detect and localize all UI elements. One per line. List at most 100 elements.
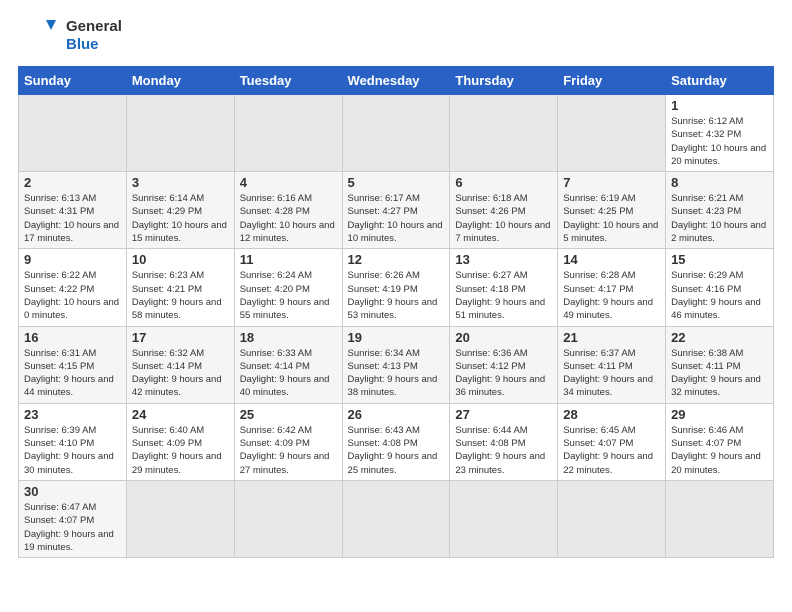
day-of-week-tuesday: Tuesday: [234, 67, 342, 95]
day-info: Sunrise: 6:40 AM Sunset: 4:09 PM Dayligh…: [132, 424, 229, 477]
day-number: 5: [348, 175, 445, 190]
day-info: Sunrise: 6:47 AM Sunset: 4:07 PM Dayligh…: [24, 501, 121, 554]
day-number: 15: [671, 252, 768, 267]
calendar-cell: [19, 95, 127, 172]
day-info: Sunrise: 6:46 AM Sunset: 4:07 PM Dayligh…: [671, 424, 768, 477]
day-info: Sunrise: 6:21 AM Sunset: 4:23 PM Dayligh…: [671, 192, 768, 245]
calendar-cell: 2 Sunrise: 6:13 AM Sunset: 4:31 PM Daylig…: [19, 172, 127, 249]
calendar-cell: [126, 95, 234, 172]
day-info: Sunrise: 6:31 AM Sunset: 4:15 PM Dayligh…: [24, 347, 121, 400]
day-number: 14: [563, 252, 660, 267]
day-number: 24: [132, 407, 229, 422]
day-number: 20: [455, 330, 552, 345]
day-info: Sunrise: 6:34 AM Sunset: 4:13 PM Dayligh…: [348, 347, 445, 400]
calendar-cell: 28Sunrise: 6:45 AM Sunset: 4:07 PM Dayli…: [558, 403, 666, 480]
day-number: 8: [671, 175, 768, 190]
calendar-header-row: SundayMondayTuesdayWednesdayThursdayFrid…: [19, 67, 774, 95]
day-info: Sunrise: 6:43 AM Sunset: 4:08 PM Dayligh…: [348, 424, 445, 477]
day-info: Sunrise: 6:24 AM Sunset: 4:20 PM Dayligh…: [240, 269, 337, 322]
day-of-week-saturday: Saturday: [666, 67, 774, 95]
calendar-cell: 21Sunrise: 6:37 AM Sunset: 4:11 PM Dayli…: [558, 326, 666, 403]
day-number: 23: [24, 407, 121, 422]
day-number: 22: [671, 330, 768, 345]
calendar-cell: 25 Sunrise: 6:42 AM Sunset: 4:09 PM Dayli…: [234, 403, 342, 480]
day-info: Sunrise: 6:17 AM Sunset: 4:27 PM Dayligh…: [348, 192, 445, 245]
day-number: 12: [348, 252, 445, 267]
day-number: 13: [455, 252, 552, 267]
calendar-week-row: 1Sunrise: 6:12 AM Sunset: 4:32 PM Daylig…: [19, 95, 774, 172]
calendar-cell: [234, 95, 342, 172]
day-info: Sunrise: 6:29 AM Sunset: 4:16 PM Dayligh…: [671, 269, 768, 322]
calendar-cell: [234, 480, 342, 557]
day-number: 3: [132, 175, 229, 190]
day-of-week-friday: Friday: [558, 67, 666, 95]
day-of-week-thursday: Thursday: [450, 67, 558, 95]
calendar-cell: 13 Sunrise: 6:27 AM Sunset: 4:18 PM Dayli…: [450, 249, 558, 326]
calendar-table: SundayMondayTuesdayWednesdayThursdayFrid…: [18, 66, 774, 558]
day-number: 7: [563, 175, 660, 190]
calendar-cell: [558, 95, 666, 172]
day-number: 4: [240, 175, 337, 190]
day-info: Sunrise: 6:14 AM Sunset: 4:29 PM Dayligh…: [132, 192, 229, 245]
day-number: 25: [240, 407, 337, 422]
day-info: Sunrise: 6:26 AM Sunset: 4:19 PM Dayligh…: [348, 269, 445, 322]
day-number: 16: [24, 330, 121, 345]
calendar-cell: 16 Sunrise: 6:31 AM Sunset: 4:15 PM Dayli…: [19, 326, 127, 403]
calendar-cell: [342, 95, 450, 172]
day-number: 6: [455, 175, 552, 190]
day-info: Sunrise: 6:19 AM Sunset: 4:25 PM Dayligh…: [563, 192, 660, 245]
day-number: 2: [24, 175, 121, 190]
calendar-cell: 26 Sunrise: 6:43 AM Sunset: 4:08 PM Dayli…: [342, 403, 450, 480]
calendar-cell: 14Sunrise: 6:28 AM Sunset: 4:17 PM Dayli…: [558, 249, 666, 326]
day-info: Sunrise: 6:16 AM Sunset: 4:28 PM Dayligh…: [240, 192, 337, 245]
logo: General Blue: [18, 16, 122, 56]
day-info: Sunrise: 6:37 AM Sunset: 4:11 PM Dayligh…: [563, 347, 660, 400]
calendar-cell: 7 Sunrise: 6:19 AM Sunset: 4:25 PM Daylig…: [558, 172, 666, 249]
calendar-cell: 1Sunrise: 6:12 AM Sunset: 4:32 PM Daylig…: [666, 95, 774, 172]
calendar-cell: 18Sunrise: 6:33 AM Sunset: 4:14 PM Dayli…: [234, 326, 342, 403]
day-number: 18: [240, 330, 337, 345]
calendar-cell: 29 Sunrise: 6:46 AM Sunset: 4:07 PM Dayli…: [666, 403, 774, 480]
day-info: Sunrise: 6:27 AM Sunset: 4:18 PM Dayligh…: [455, 269, 552, 322]
day-info: Sunrise: 6:32 AM Sunset: 4:14 PM Dayligh…: [132, 347, 229, 400]
calendar-cell: 20 Sunrise: 6:36 AM Sunset: 4:12 PM Dayli…: [450, 326, 558, 403]
day-number: 29: [671, 407, 768, 422]
day-info: Sunrise: 6:13 AM Sunset: 4:31 PM Dayligh…: [24, 192, 121, 245]
calendar-cell: [450, 480, 558, 557]
calendar-cell: 23Sunrise: 6:39 AM Sunset: 4:10 PM Dayli…: [19, 403, 127, 480]
calendar-cell: 22Sunrise: 6:38 AM Sunset: 4:11 PM Dayli…: [666, 326, 774, 403]
calendar-cell: 11 Sunrise: 6:24 AM Sunset: 4:20 PM Dayli…: [234, 249, 342, 326]
day-of-week-wednesday: Wednesday: [342, 67, 450, 95]
calendar-cell: 27 Sunrise: 6:44 AM Sunset: 4:08 PM Dayli…: [450, 403, 558, 480]
calendar-cell: 30Sunrise: 6:47 AM Sunset: 4:07 PM Dayli…: [19, 480, 127, 557]
calendar-cell: 3 Sunrise: 6:14 AM Sunset: 4:29 PM Daylig…: [126, 172, 234, 249]
calendar-cell: 15 Sunrise: 6:29 AM Sunset: 4:16 PM Dayli…: [666, 249, 774, 326]
day-number: 9: [24, 252, 121, 267]
calendar-cell: 10 Sunrise: 6:23 AM Sunset: 4:21 PM Dayli…: [126, 249, 234, 326]
calendar-cell: [666, 480, 774, 557]
day-info: Sunrise: 6:44 AM Sunset: 4:08 PM Dayligh…: [455, 424, 552, 477]
calendar-cell: 19 Sunrise: 6:34 AM Sunset: 4:13 PM Dayli…: [342, 326, 450, 403]
day-info: Sunrise: 6:45 AM Sunset: 4:07 PM Dayligh…: [563, 424, 660, 477]
calendar-week-row: 9 Sunrise: 6:22 AM Sunset: 4:22 PM Daylig…: [19, 249, 774, 326]
day-info: Sunrise: 6:23 AM Sunset: 4:21 PM Dayligh…: [132, 269, 229, 322]
day-number: 19: [348, 330, 445, 345]
calendar-week-row: 30Sunrise: 6:47 AM Sunset: 4:07 PM Dayli…: [19, 480, 774, 557]
day-of-week-monday: Monday: [126, 67, 234, 95]
day-number: 11: [240, 252, 337, 267]
day-info: Sunrise: 6:22 AM Sunset: 4:22 PM Dayligh…: [24, 269, 121, 322]
day-number: 10: [132, 252, 229, 267]
day-of-week-sunday: Sunday: [19, 67, 127, 95]
day-number: 27: [455, 407, 552, 422]
day-info: Sunrise: 6:36 AM Sunset: 4:12 PM Dayligh…: [455, 347, 552, 400]
day-number: 17: [132, 330, 229, 345]
calendar-page: General Blue SundayMondayTuesdayWednesda…: [0, 0, 792, 568]
calendar-cell: 9 Sunrise: 6:22 AM Sunset: 4:22 PM Daylig…: [19, 249, 127, 326]
day-number: 26: [348, 407, 445, 422]
day-info: Sunrise: 6:42 AM Sunset: 4:09 PM Dayligh…: [240, 424, 337, 477]
calendar-week-row: 16 Sunrise: 6:31 AM Sunset: 4:15 PM Dayli…: [19, 326, 774, 403]
calendar-cell: 5 Sunrise: 6:17 AM Sunset: 4:27 PM Daylig…: [342, 172, 450, 249]
calendar-cell: 12 Sunrise: 6:26 AM Sunset: 4:19 PM Dayli…: [342, 249, 450, 326]
calendar-cell: 8 Sunrise: 6:21 AM Sunset: 4:23 PM Daylig…: [666, 172, 774, 249]
calendar-cell: 24 Sunrise: 6:40 AM Sunset: 4:09 PM Dayli…: [126, 403, 234, 480]
